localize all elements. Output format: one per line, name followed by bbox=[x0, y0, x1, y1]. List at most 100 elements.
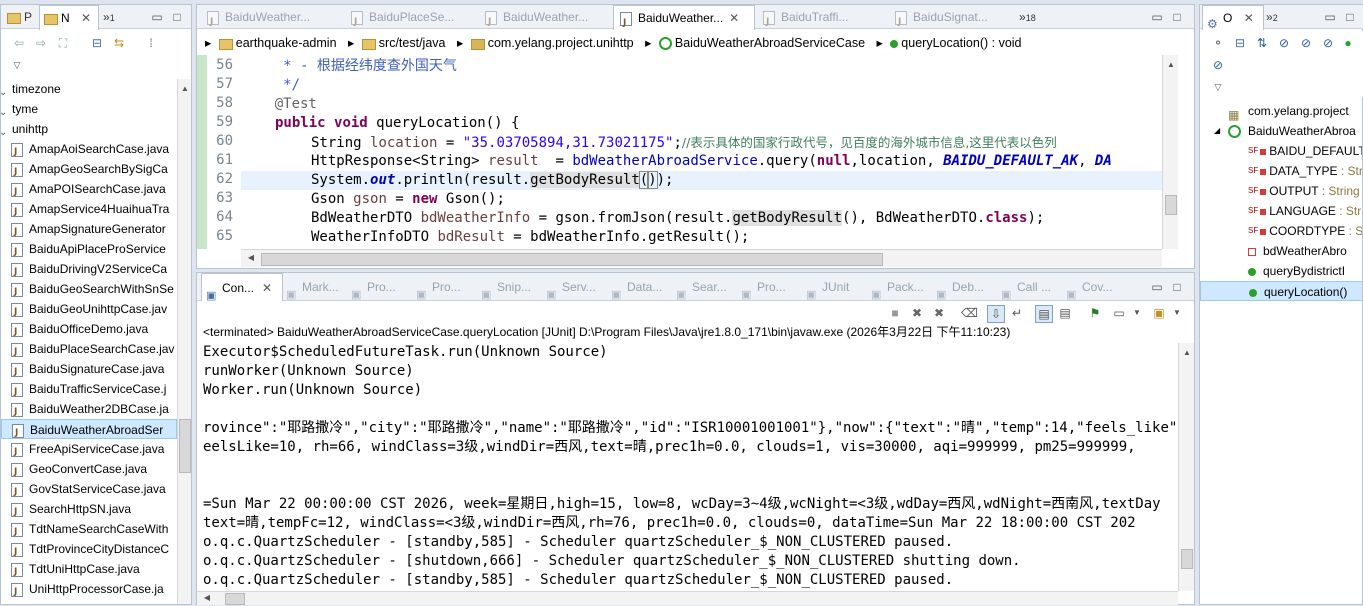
display-console-icon[interactable]: ▭ bbox=[1111, 305, 1127, 321]
maximize-icon[interactable]: □ bbox=[1169, 9, 1185, 25]
breadcrumb-source-folder[interactable]: src/test/java bbox=[379, 36, 446, 50]
view-menu-icon[interactable]: ⁞ bbox=[143, 35, 159, 51]
breadcrumb-package[interactable]: com.yelang.project.unihttp bbox=[488, 36, 634, 50]
console-vertical-scrollbar[interactable]: ▲ bbox=[1178, 343, 1194, 591]
chevron-down-icon[interactable]: ▽ bbox=[9, 57, 25, 73]
forward-icon[interactable]: ⇨ bbox=[33, 35, 49, 51]
remove-launch-icon[interactable]: ✖ bbox=[909, 305, 925, 321]
up-icon[interactable]: ⛶ bbox=[55, 35, 71, 51]
tab-project-explorer[interactable]: P bbox=[3, 5, 37, 29]
hide-static-icon[interactable]: ⊘ bbox=[1298, 35, 1314, 51]
tab-outline[interactable]: ⚙ O ✕ bbox=[1202, 5, 1264, 30]
scroll-thumb[interactable] bbox=[179, 419, 191, 473]
scroll-thumb[interactable] bbox=[1165, 195, 1177, 215]
word-wrap-icon[interactable]: ↵ bbox=[1009, 305, 1025, 321]
console-horizontal-scrollbar[interactable]: ◀ bbox=[197, 591, 1178, 605]
maximize-icon[interactable]: □ bbox=[169, 9, 185, 25]
outline-item[interactable]: ◢ BaiduWeatherAbroa bbox=[1200, 121, 1362, 141]
tree-file-item[interactable]: BaiduOfficeDemo.java bbox=[1, 319, 177, 342]
chevron-down-icon[interactable]: ◢ bbox=[1214, 121, 1220, 141]
minimize-icon[interactable]: ▭ bbox=[1149, 9, 1165, 25]
chevron-down-icon[interactable]: ▼ bbox=[1129, 305, 1145, 321]
console-tab[interactable]: ▣ Pro... bbox=[412, 273, 476, 301]
chevron-down-icon[interactable]: ▼ bbox=[1169, 305, 1185, 321]
minimize-icon[interactable]: ▭ bbox=[149, 9, 165, 25]
tree-file-item[interactable]: AmapGeoSearchBySigCa bbox=[1, 159, 177, 182]
remove-all-icon[interactable]: ✖ bbox=[931, 305, 947, 321]
tree-file-item[interactable]: AmaPOISearchCase.java bbox=[1, 179, 177, 202]
public-members-icon[interactable]: ● bbox=[1340, 35, 1356, 51]
tree-file-item[interactable]: BaiduPlaceSearchCase.jav bbox=[1, 339, 177, 362]
maximize-icon[interactable]: □ bbox=[1169, 279, 1185, 295]
outline-item[interactable]: SF OUTPUT : String bbox=[1200, 181, 1362, 201]
outline-item[interactable]: SF DATA_TYPE : Stri bbox=[1200, 161, 1362, 181]
console-tab[interactable]: ▣ Snip... bbox=[477, 273, 541, 301]
clear-console-icon[interactable]: ⌫ bbox=[961, 305, 978, 321]
code-editor[interactable]: * - 根据经纬度查外国天气 */ @Test public void quer… bbox=[241, 55, 1162, 249]
breadcrumb-method[interactable]: queryLocation() : void bbox=[901, 36, 1021, 50]
console-tab[interactable]: ▣ Cov... bbox=[1062, 273, 1126, 301]
editor-tab[interactable]: BaiduWeather... bbox=[201, 5, 331, 29]
console-output[interactable]: Executor$ScheduledFutureTask.run(Unknown… bbox=[197, 343, 1178, 591]
console-tab[interactable]: ▣ Pro... bbox=[347, 273, 411, 301]
tree-folder-item[interactable]: ⌄ timezone bbox=[1, 79, 177, 99]
outline-item[interactable]: SF COORDTYPE : Str bbox=[1200, 221, 1362, 241]
console-tab[interactable]: ▣ Mark... bbox=[282, 273, 346, 301]
tree-file-item[interactable]: BaiduDrivingV2ServiceCa bbox=[1, 259, 177, 282]
scroll-left-icon[interactable]: ◀ bbox=[199, 590, 215, 606]
tree-file-item[interactable]: TdtUniHttpCase.java bbox=[1, 559, 177, 582]
scroll-thumb[interactable] bbox=[1181, 549, 1193, 569]
tree-file-item[interactable]: UniHttpProcessorCase.ja bbox=[1, 579, 177, 602]
collapse-all-icon[interactable]: ⊟ bbox=[89, 35, 105, 51]
close-icon[interactable]: ✕ bbox=[1244, 11, 1254, 25]
editor-tab[interactable]: BaiduWeather... ✕ bbox=[613, 5, 755, 30]
tree-file-item[interactable]: BaiduGeoSearchWithSnSe bbox=[1, 279, 177, 302]
show-on-error-icon[interactable]: ▤ bbox=[1057, 305, 1073, 321]
tree-file-item[interactable]: BaiduTrafficServiceCase.j bbox=[1, 379, 177, 402]
scroll-thumb[interactable] bbox=[225, 593, 245, 605]
tree-file-item[interactable]: SearchHttpSN.java bbox=[1, 499, 177, 522]
sort-icon[interactable]: ⇅ bbox=[1254, 35, 1270, 51]
tree-folder-item[interactable]: ⌄ tyme bbox=[1, 99, 177, 119]
outline-item[interactable]: bdWeatherAbro bbox=[1200, 241, 1362, 261]
close-icon[interactable]: ✕ bbox=[262, 281, 272, 295]
console-tab[interactable]: ▣ Serv... bbox=[542, 273, 606, 301]
scroll-up-icon[interactable]: ▲ bbox=[177, 81, 193, 97]
outline-item[interactable]: SF LANGUAGE : Str bbox=[1200, 201, 1362, 221]
editor-tab[interactable]: BaiduTraffi... bbox=[757, 5, 887, 29]
minimize-icon[interactable]: ▭ bbox=[1149, 279, 1165, 295]
outline-item[interactable]: SF BAIDU_DEFAULT bbox=[1200, 141, 1362, 161]
breadcrumb-class[interactable]: BaiduWeatherAbroadServiceCase bbox=[675, 36, 865, 50]
tree-file-item[interactable]: AmapSignatureGenerator bbox=[1, 219, 177, 242]
hide-nonpublic-icon[interactable]: ⊘ bbox=[1320, 35, 1336, 51]
editor-tab-overflow[interactable]: »18 bbox=[1019, 5, 1059, 29]
editor-tab[interactable]: BaiduSignat... bbox=[889, 5, 1019, 29]
chevron-down-icon[interactable]: ▽ bbox=[1210, 79, 1226, 95]
terminate-icon[interactable]: ■ bbox=[887, 305, 903, 321]
tree-file-item[interactable]: TdtProvinceCityDistanceC bbox=[1, 539, 177, 562]
console-tab[interactable]: ▣ Data... bbox=[607, 273, 671, 301]
pin-console-icon[interactable]: ⚑ bbox=[1087, 305, 1103, 321]
tree-file-item[interactable]: BaiduGeoUnihttpCase.jav bbox=[1, 299, 177, 322]
open-console-icon[interactable]: ▣ bbox=[1151, 305, 1167, 321]
back-icon[interactable]: ⇦ bbox=[11, 35, 27, 51]
console-tab[interactable]: ▣ Pack... bbox=[867, 273, 931, 301]
tree-file-item[interactable]: AmapService4HuaihuaTra bbox=[1, 199, 177, 222]
scroll-up-icon[interactable]: ▲ bbox=[1163, 57, 1179, 73]
tree-file-item[interactable]: BaiduWeather2DBCase.ja bbox=[1, 399, 177, 422]
tab-navigator[interactable]: N ✕ bbox=[39, 5, 99, 30]
console-tab[interactable]: ▣ Con... ✕ bbox=[201, 273, 283, 302]
collapse-all-icon[interactable]: ⊟ bbox=[1232, 35, 1248, 51]
link-with-editor-icon[interactable]: ⇆ bbox=[111, 35, 127, 51]
tree-file-item[interactable]: BaiduApiPlaceProService bbox=[1, 239, 177, 262]
tree-file-item[interactable]: BaiduWeatherAbroadSer bbox=[1, 419, 177, 443]
scroll-lock-icon[interactable]: ⇩ bbox=[987, 305, 1005, 323]
editor-tab[interactable]: BaiduPlaceSe... bbox=[345, 5, 475, 29]
focus-icon[interactable]: ⚬ bbox=[1210, 35, 1226, 51]
tree-folder-item[interactable]: ⌄ unihttp bbox=[1, 119, 177, 139]
editor-horizontal-scrollbar[interactable]: ◀ bbox=[241, 249, 1162, 267]
minimize-icon[interactable]: ▭ bbox=[1322, 9, 1338, 25]
tree-file-item[interactable]: BaiduSignatureCase.java bbox=[1, 359, 177, 382]
tab-overflow[interactable]: »1 bbox=[103, 5, 129, 29]
breadcrumb-project[interactable]: earthquake-admin bbox=[236, 36, 337, 50]
